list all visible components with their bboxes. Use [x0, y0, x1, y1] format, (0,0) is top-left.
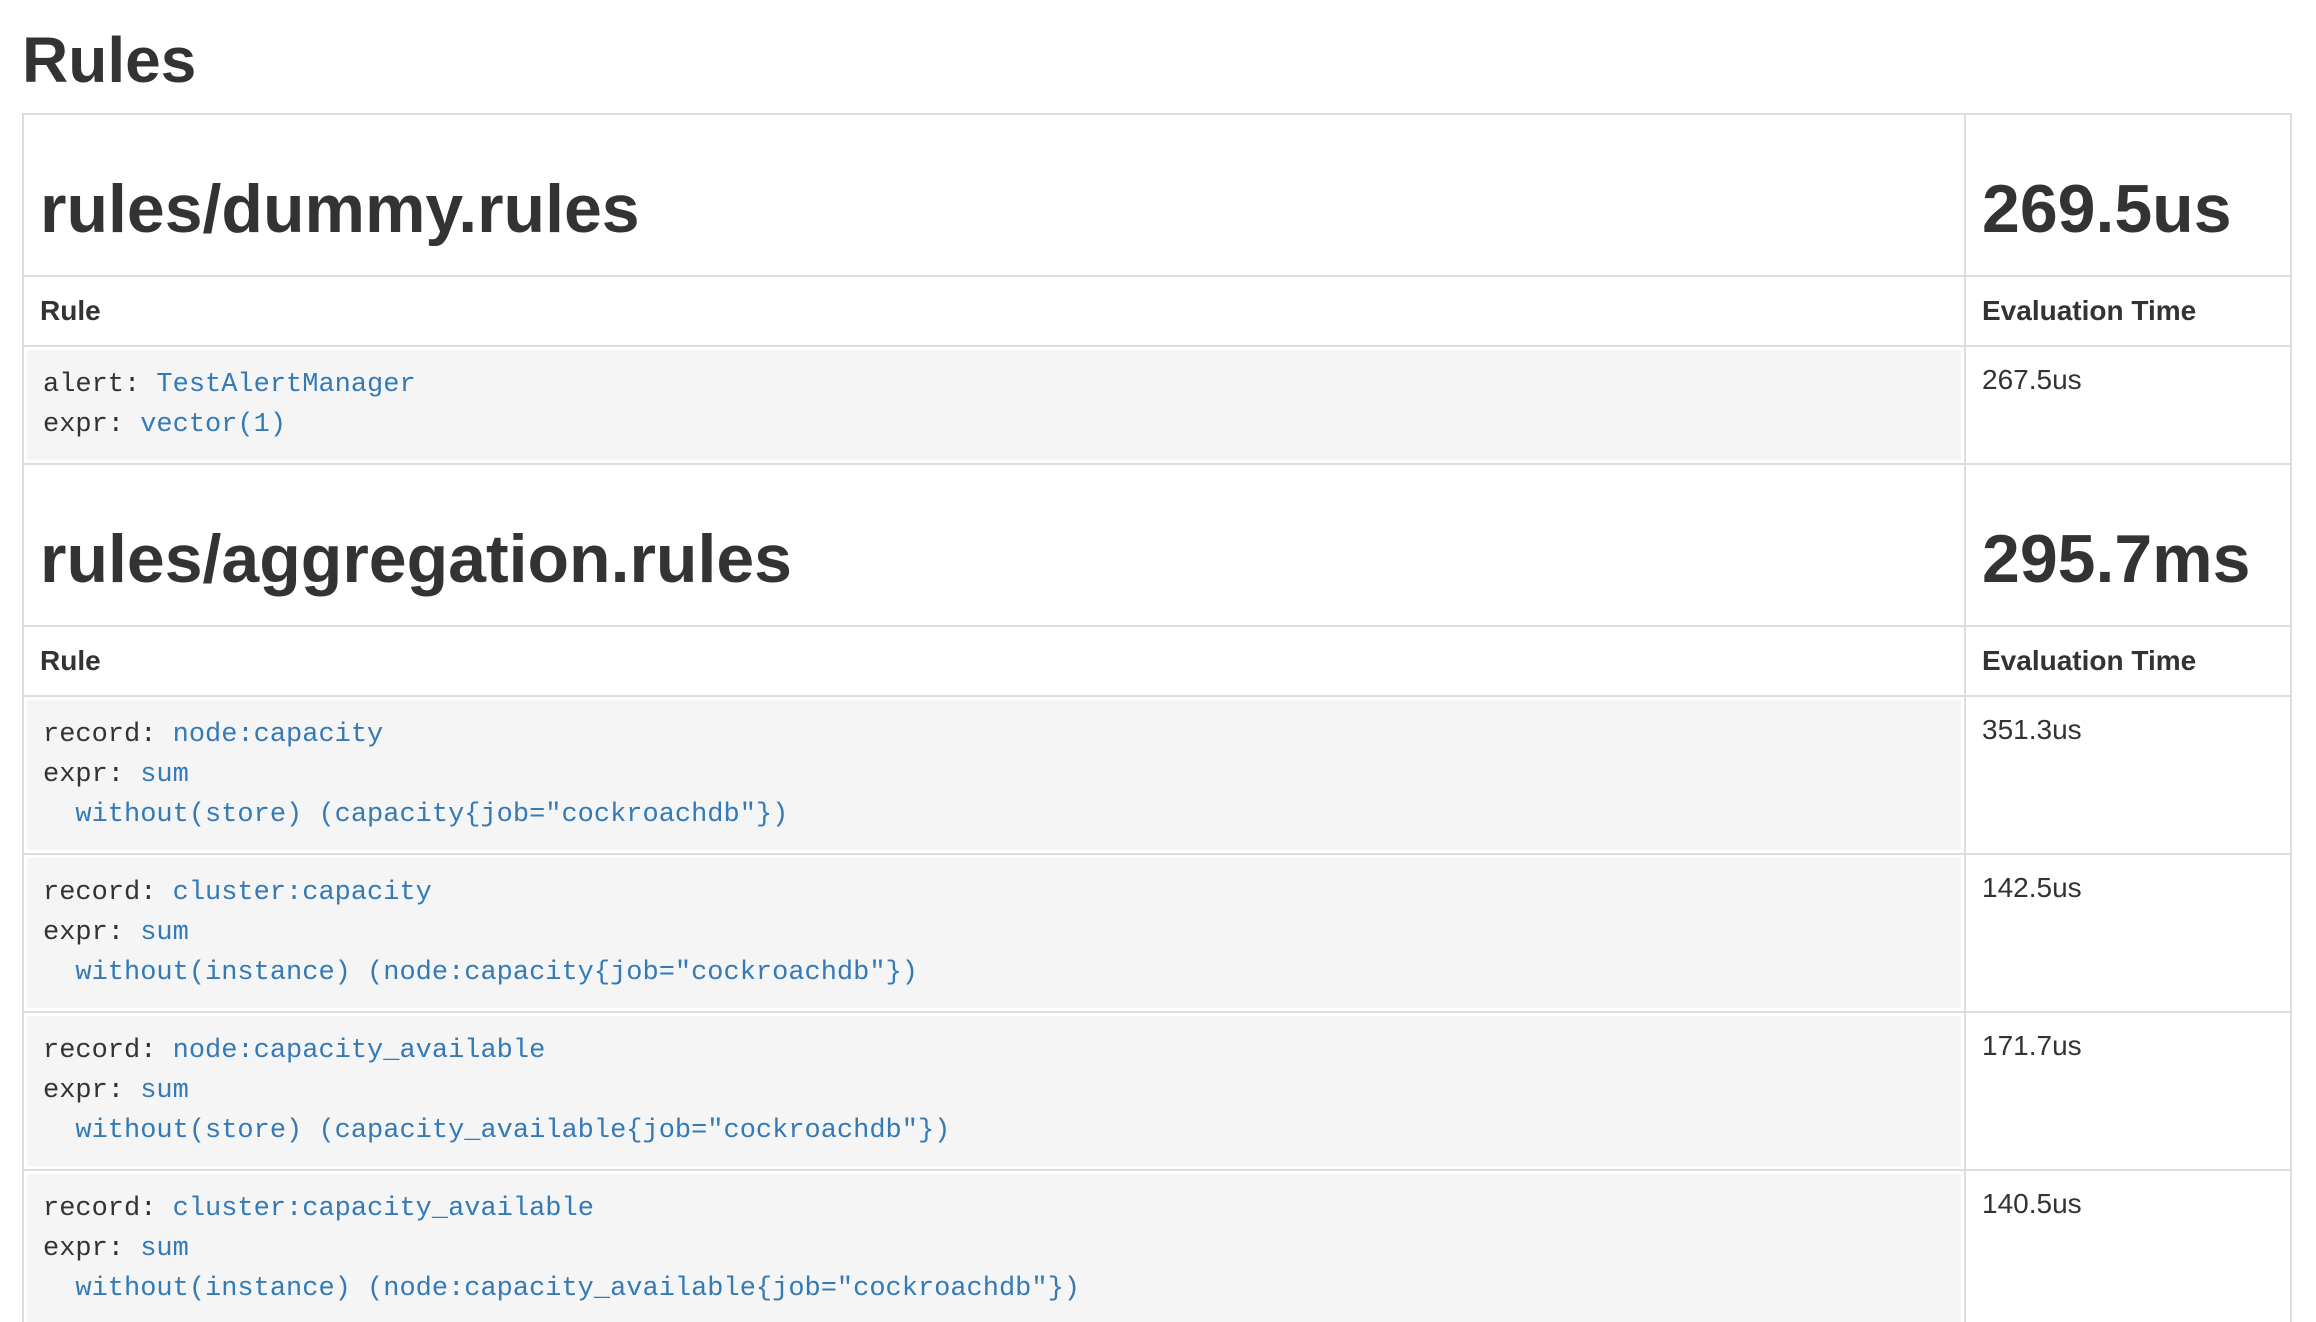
rule-keyword: record: — [43, 720, 156, 750]
rule-row: record: node:capacity expr: sum without(… — [23, 696, 2291, 854]
rule-cell: record: cluster:capacity_available expr:… — [23, 1170, 1965, 1322]
rule-column-header: Rule — [23, 276, 1965, 346]
rule-cell: alert: TestAlertManager expr: vector(1) — [23, 346, 1965, 464]
evaluation-time-cell: 140.5us — [1965, 1170, 2291, 1322]
rule-keyword: expr: — [43, 1234, 124, 1264]
rule-keyword: record: — [43, 878, 156, 908]
rule-definition: record: node:capacity expr: sum without(… — [27, 700, 1961, 850]
rule-keyword: expr: — [43, 760, 124, 790]
expr-link[interactable]: sum without(store) (capacity{job="cockro… — [43, 760, 788, 830]
rule-group-evaluation-time-cell: 269.5us — [1965, 114, 2291, 276]
record-name-link[interactable]: node:capacity_available — [173, 1036, 546, 1066]
rule-group-file: rules/dummy.rules — [40, 171, 1948, 247]
rule-row: record: node:capacity_available expr: su… — [23, 1012, 2291, 1170]
rule-group-evaluation-time: 295.7ms — [1982, 521, 2274, 597]
alert-name-link[interactable]: TestAlertManager — [156, 370, 415, 400]
expr-link[interactable]: vector(1) — [140, 410, 286, 440]
rule-row: record: cluster:capacity expr: sum witho… — [23, 854, 2291, 1012]
rule-group-file: rules/aggregation.rules — [40, 521, 1948, 597]
rule-keyword: alert: — [43, 370, 140, 400]
expr-link[interactable]: sum without(instance) (node:capacity{job… — [43, 918, 918, 988]
evaluation-time-column-header: Evaluation Time — [1965, 626, 2291, 696]
evaluation-time-column-header: Evaluation Time — [1965, 276, 2291, 346]
column-header-row: Rule Evaluation Time — [23, 626, 2291, 696]
rule-group-header-row: rules/aggregation.rules 295.7ms — [23, 464, 2291, 626]
rule-group-evaluation-time-cell: 295.7ms — [1965, 464, 2291, 626]
rule-definition: record: cluster:capacity expr: sum witho… — [27, 858, 1961, 1008]
rule-column-header: Rule — [23, 626, 1965, 696]
record-name-link[interactable]: cluster:capacity — [173, 878, 432, 908]
rule-row: record: cluster:capacity_available expr:… — [23, 1170, 2291, 1322]
rule-keyword: record: — [43, 1194, 156, 1224]
rule-cell: record: node:capacity_available expr: su… — [23, 1012, 1965, 1170]
page-title: Rules — [22, 0, 2292, 96]
record-name-link[interactable]: cluster:capacity_available — [173, 1194, 594, 1224]
evaluation-time-cell: 142.5us — [1965, 854, 2291, 1012]
column-header-row: Rule Evaluation Time — [23, 276, 2291, 346]
rules-table: rules/dummy.rules 269.5us Rule Evaluatio… — [22, 113, 2292, 1322]
rule-definition: record: cluster:capacity_available expr:… — [27, 1174, 1961, 1322]
expr-link[interactable]: sum without(instance) (node:capacity_ava… — [43, 1234, 1080, 1304]
rule-group-file-cell: rules/dummy.rules — [23, 114, 1965, 276]
rule-definition: alert: TestAlertManager expr: vector(1) — [27, 350, 1961, 460]
rule-group-header-row: rules/dummy.rules 269.5us — [23, 114, 2291, 276]
rule-cell: record: node:capacity expr: sum without(… — [23, 696, 1965, 854]
rule-group-evaluation-time: 269.5us — [1982, 171, 2274, 247]
rules-page: Rules rules/dummy.rules 269.5us Rule Eva… — [0, 0, 2316, 1322]
rule-row: alert: TestAlertManager expr: vector(1) … — [23, 346, 2291, 464]
rule-keyword: expr: — [43, 410, 124, 440]
rule-cell: record: cluster:capacity expr: sum witho… — [23, 854, 1965, 1012]
expr-link[interactable]: sum without(store) (capacity_available{j… — [43, 1076, 950, 1146]
rule-keyword: record: — [43, 1036, 156, 1066]
evaluation-time-cell: 171.7us — [1965, 1012, 2291, 1170]
rule-keyword: expr: — [43, 918, 124, 948]
rule-group-file-cell: rules/aggregation.rules — [23, 464, 1965, 626]
record-name-link[interactable]: node:capacity — [173, 720, 384, 750]
evaluation-time-cell: 267.5us — [1965, 346, 2291, 464]
rule-definition: record: node:capacity_available expr: su… — [27, 1016, 1961, 1166]
evaluation-time-cell: 351.3us — [1965, 696, 2291, 854]
rule-keyword: expr: — [43, 1076, 124, 1106]
